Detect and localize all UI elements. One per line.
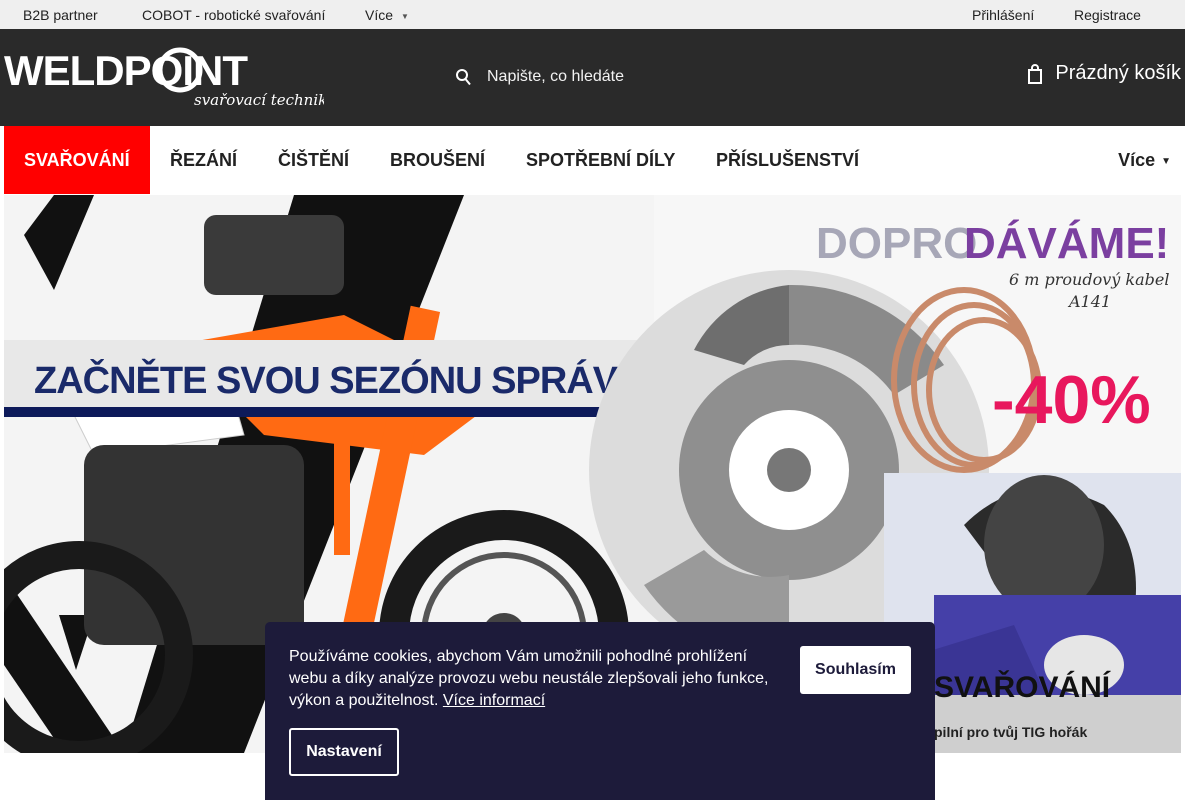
cart-button[interactable]: Prázdný košík <box>1027 62 1181 85</box>
nav-item-brouseni[interactable]: BROUŠENÍ <box>390 126 485 194</box>
chevron-down-icon: ▼ <box>1161 156 1171 167</box>
weld-title: SVAŘOVÁNÍ <box>934 670 1111 704</box>
chevron-down-icon: ▼ <box>401 12 409 21</box>
logo-text: WELDPOINT <box>4 47 248 94</box>
promo-discount: -40% <box>992 362 1151 438</box>
cookie-text-block: Používáme cookies, abychom Vám umožnili … <box>289 646 789 712</box>
cobot-link[interactable]: COBOT - robotické svařování <box>142 7 325 23</box>
cookie-agree-button[interactable]: Souhlasím <box>800 646 911 694</box>
topbar-more-link[interactable]: Více ▼ <box>365 7 409 23</box>
promo-title-gray: DOPRO <box>816 219 977 268</box>
top-bar: B2B partner COBOT - robotické svařování … <box>0 0 1185 29</box>
cookie-banner: Používáme cookies, abychom Vám umožnili … <box>265 622 935 800</box>
weld-subtitle: pilní pro tvůj TIG hořák <box>934 724 1087 740</box>
topbar-more-label: Více <box>365 7 394 23</box>
nav-item-rezani[interactable]: ŘEZÁNÍ <box>170 126 237 194</box>
cart-icon <box>1028 63 1043 84</box>
cart-label: Prázdný košík <box>1055 62 1181 84</box>
login-link[interactable]: Přihlášení <box>972 7 1034 23</box>
register-link[interactable]: Registrace <box>1074 7 1141 23</box>
promo-subtitle: 6 m proudový kabel <box>1009 270 1169 289</box>
promo-code: A141 <box>1067 292 1111 311</box>
promo-title-purple: DÁVÁME! <box>964 218 1169 268</box>
banner-slogan: ZAČNĚTE SVOU SEZÓNU SPRÁVNĚ. <box>34 357 677 402</box>
nav-more[interactable]: Více ▼ <box>1118 126 1171 194</box>
nav-item-cisteni[interactable]: ČIŠTĚNÍ <box>278 126 349 194</box>
search-input[interactable] <box>487 68 807 86</box>
nav-item-prislusenstvi[interactable]: PŘÍSLUŠENSTVÍ <box>716 126 859 194</box>
b2b-partner-link[interactable]: B2B partner <box>23 7 98 23</box>
search-icon[interactable] <box>455 68 471 86</box>
cookie-more-info-link[interactable]: Více informací <box>443 692 545 709</box>
cookie-settings-button[interactable]: Nastavení <box>289 728 399 776</box>
weldpoint-logo[interactable]: WELDPOINT svařovací technika <box>4 43 324 109</box>
search-bar <box>453 57 833 97</box>
nav-item-spotrebni-dily[interactable]: SPOTŘEBNÍ DÍLY <box>526 126 675 194</box>
nav-item-svarovani[interactable]: SVAŘOVÁNÍ <box>4 126 150 194</box>
site-header: WELDPOINT svařovací technika Prázdný koš… <box>0 29 1185 126</box>
logo-subtitle: svařovací technika <box>194 91 324 109</box>
nav-more-label: Více <box>1118 150 1156 170</box>
main-nav: SVAŘOVÁNÍ ŘEZÁNÍ ČIŠTĚNÍ BROUŠENÍ SPOTŘE… <box>0 126 1185 195</box>
